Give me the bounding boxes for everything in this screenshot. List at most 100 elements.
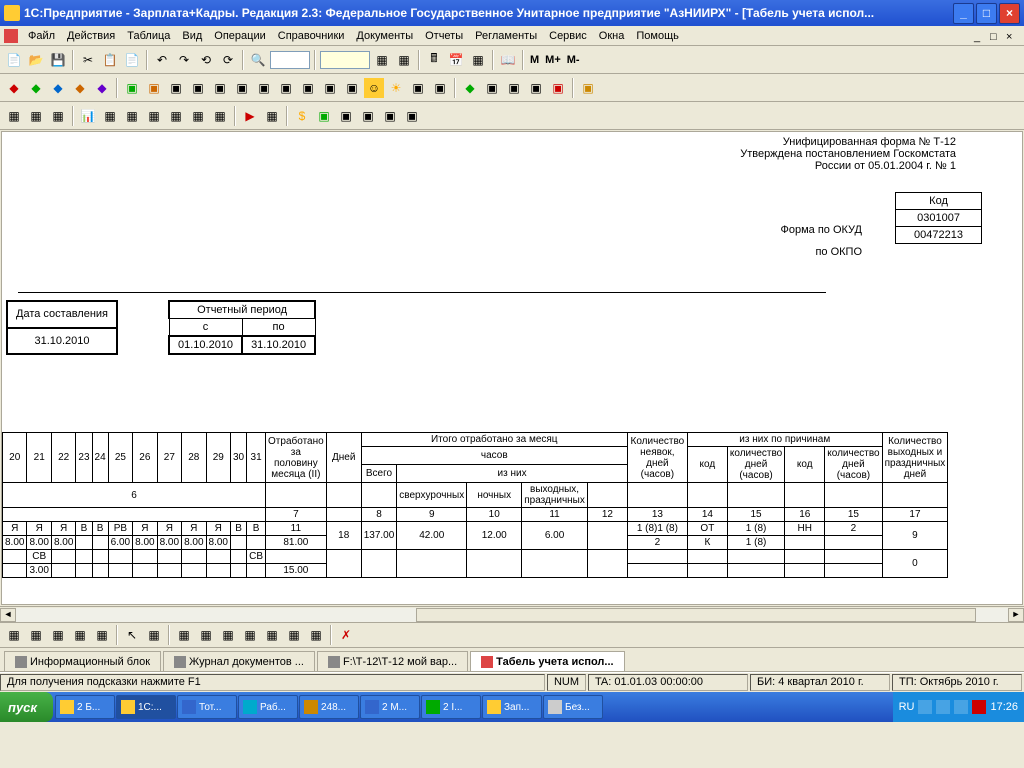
cut-icon[interactable]: ✂ [78,50,98,70]
btn-a1[interactable]: ⟲ [196,50,216,70]
tb3-14[interactable]: ▣ [314,106,334,126]
bt-8[interactable]: ▦ [174,625,194,645]
mdi-restore[interactable]: □ [984,29,998,43]
find-combo[interactable] [270,51,310,69]
tb2-20[interactable]: ▣ [430,78,450,98]
tab-info[interactable]: Информационный блок [4,651,161,671]
combo-2[interactable] [320,51,370,69]
tb3-9[interactable]: ▦ [188,106,208,126]
new-icon[interactable]: 📄 [4,50,24,70]
task-item[interactable]: Зап... [482,695,542,719]
menu-view[interactable]: Вид [176,28,208,44]
task-item[interactable]: 2 М... [360,695,420,719]
scroll-left-icon[interactable]: ◄ [0,608,16,622]
tb2-7[interactable]: ▣ [144,78,164,98]
task-item[interactable]: Без... [543,695,603,719]
menu-help[interactable]: Помощь [630,28,685,44]
tb2-26[interactable]: ▣ [578,78,598,98]
tb2-2[interactable]: ◆ [26,78,46,98]
tb3-17[interactable]: ▣ [380,106,400,126]
task-item[interactable]: Тот... [177,695,237,719]
tray-icon[interactable] [936,700,950,714]
bt-5[interactable]: ▦ [92,625,112,645]
tb3-1[interactable]: ▦ [4,106,24,126]
menu-regs[interactable]: Регламенты [469,28,543,44]
chart-icon[interactable]: 📊 [78,106,98,126]
task-item[interactable]: 2 Б... [55,695,115,719]
menu-table[interactable]: Таблица [121,28,176,44]
tab-file[interactable]: F:\Т-12\Т-12 мой вар... [317,651,468,671]
bt-4[interactable]: ▦ [70,625,90,645]
tb3-18[interactable]: ▣ [402,106,422,126]
tb3-8[interactable]: ▦ [166,106,186,126]
bt-12[interactable]: ▦ [262,625,282,645]
bt-1[interactable]: ▦ [4,625,24,645]
minimize-button[interactable]: _ [953,3,974,24]
menu-service[interactable]: Сервис [543,28,593,44]
btn-a2[interactable]: ⟳ [218,50,238,70]
tb2-16[interactable]: ▣ [342,78,362,98]
bt-9[interactable]: ▦ [196,625,216,645]
tb3-3[interactable]: ▦ [48,106,68,126]
tb2-3[interactable]: ◆ [48,78,68,98]
tb3-2[interactable]: ▦ [26,106,46,126]
lang-indicator[interactable]: RU [899,701,915,713]
tb2-6[interactable]: ▣ [122,78,142,98]
calc-icon[interactable]: 🖩 [424,50,444,70]
tb2-21[interactable]: ◆ [460,78,480,98]
tb2-22[interactable]: ▣ [482,78,502,98]
calendar-icon[interactable]: 📅 [446,50,466,70]
find-icon[interactable]: 🔍 [248,50,268,70]
bt-2[interactable]: ▦ [26,625,46,645]
tb2-23[interactable]: ▣ [504,78,524,98]
open-icon[interactable]: 📂 [26,50,46,70]
tb2-9[interactable]: ▣ [188,78,208,98]
horizontal-scrollbar[interactable]: ◄ ► [0,606,1024,622]
mdi-minimize[interactable]: _ [968,29,982,43]
bt-13[interactable]: ▦ [284,625,304,645]
tb2-4[interactable]: ◆ [70,78,90,98]
pointer-icon[interactable]: ↖ [122,625,142,645]
tb2-24[interactable]: ▣ [526,78,546,98]
tb3-6[interactable]: ▦ [122,106,142,126]
redo-icon[interactable]: ↷ [174,50,194,70]
tray-icon[interactable] [972,700,986,714]
tab-journal[interactable]: Журнал документов ... [163,651,315,671]
mem-mplus[interactable]: М+ [543,54,563,66]
tb2-15[interactable]: ▣ [320,78,340,98]
btn-b3[interactable]: ▦ [468,50,488,70]
paste-icon[interactable]: 📄 [122,50,142,70]
scroll-right-icon[interactable]: ► [1008,608,1024,622]
menu-operations[interactable]: Операции [208,28,271,44]
tb2-19[interactable]: ▣ [408,78,428,98]
tb3-13[interactable]: $ [292,106,312,126]
tb2-11[interactable]: ▣ [232,78,252,98]
btn-b2[interactable]: ▦ [394,50,414,70]
tb3-10[interactable]: ▦ [210,106,230,126]
task-item[interactable]: 2 I... [421,695,481,719]
mem-mminus[interactable]: М- [565,54,582,66]
task-item[interactable]: 1С:... [116,695,176,719]
menu-refs[interactable]: Справочники [272,28,351,44]
bt-3[interactable]: ▦ [48,625,68,645]
help-icon[interactable]: 📖 [498,50,518,70]
bt-7[interactable]: ▦ [144,625,164,645]
tb3-15[interactable]: ▣ [336,106,356,126]
tb2-10[interactable]: ▣ [210,78,230,98]
tb2-13[interactable]: ▣ [276,78,296,98]
maximize-button[interactable]: □ [976,3,997,24]
tb2-17[interactable]: ☺ [364,78,384,98]
menu-file[interactable]: Файл [22,28,61,44]
tb3-16[interactable]: ▣ [358,106,378,126]
menu-windows[interactable]: Окна [593,28,631,44]
tb3-5[interactable]: ▦ [100,106,120,126]
tb3-11[interactable]: ▶ [240,106,260,126]
task-item[interactable]: 248... [299,695,359,719]
bt-10[interactable]: ▦ [218,625,238,645]
menu-actions[interactable]: Действия [61,28,121,44]
tb2-1[interactable]: ◆ [4,78,24,98]
tab-timesheet[interactable]: Табель учета испол... [470,651,624,671]
menu-docs[interactable]: Документы [350,28,419,44]
tb2-8[interactable]: ▣ [166,78,186,98]
close-button[interactable]: × [999,3,1020,24]
